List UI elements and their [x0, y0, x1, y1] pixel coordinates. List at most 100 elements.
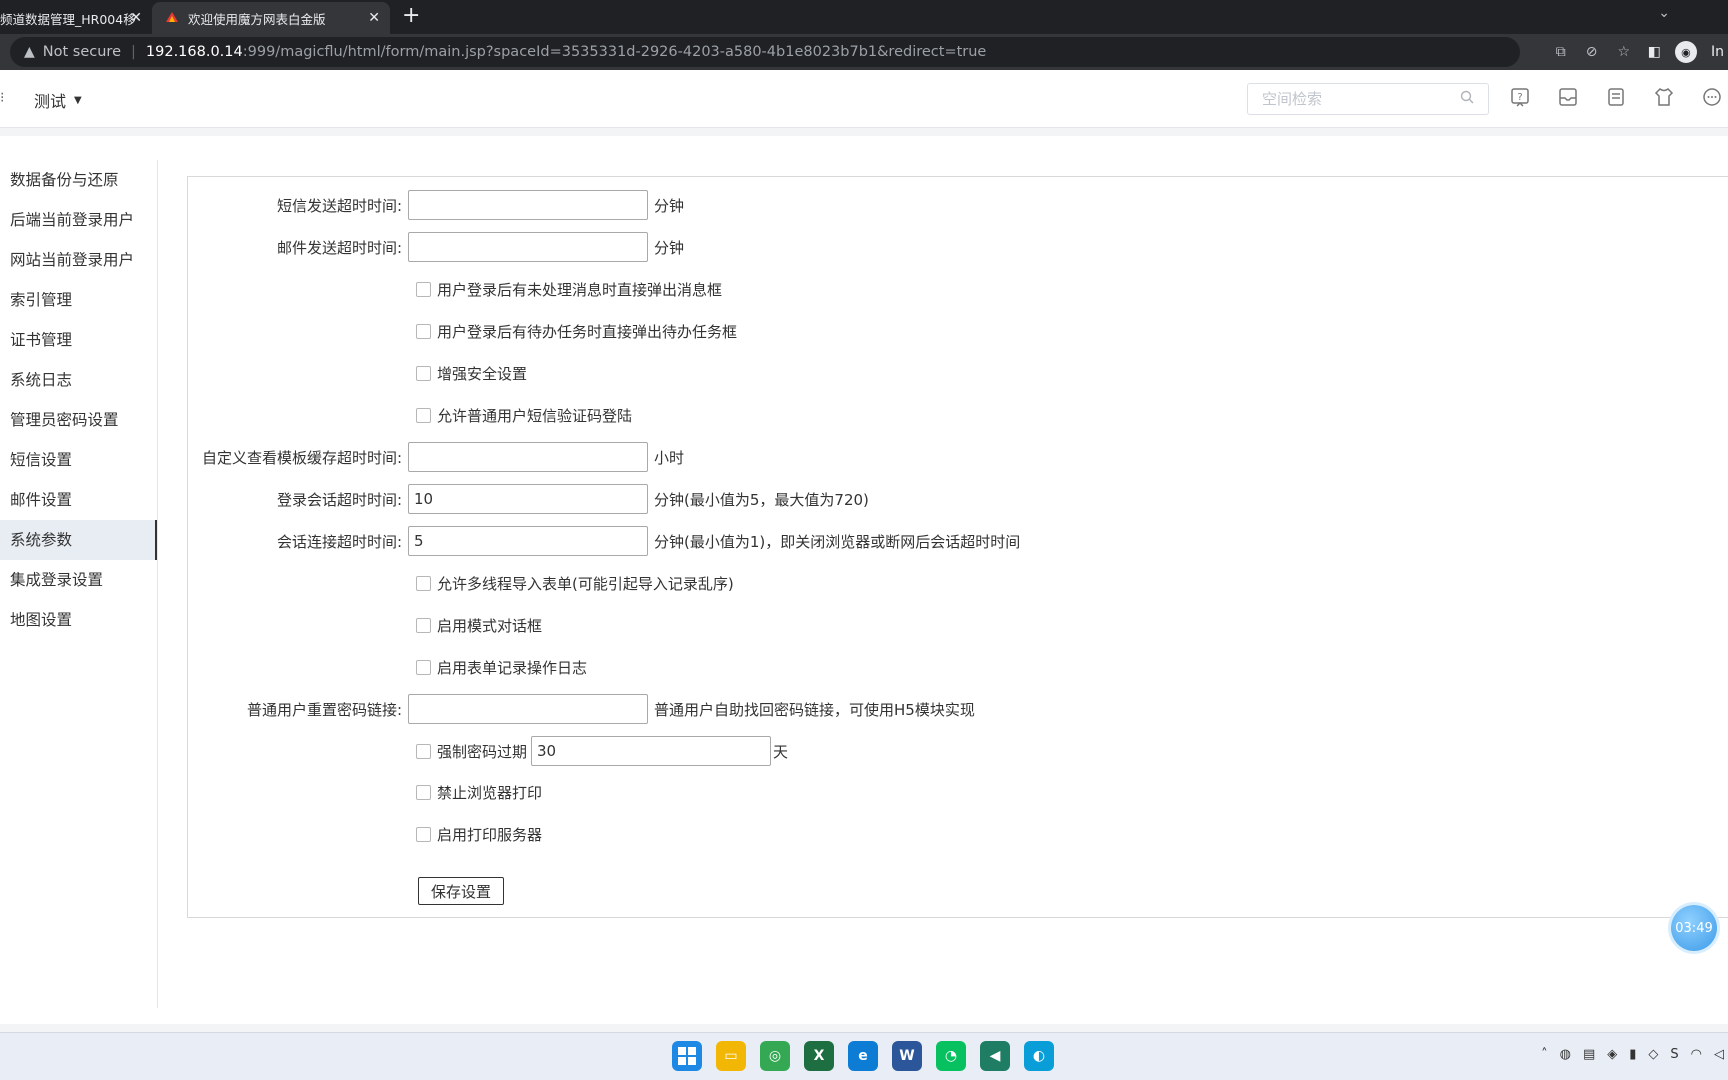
- sidebar-item-sms[interactable]: 短信设置: [0, 440, 157, 480]
- menu-grip-icon[interactable]: ⁝: [0, 90, 4, 106]
- microphone-icon[interactable]: ▮: [1629, 1047, 1636, 1062]
- wechat-icon[interactable]: ◔: [936, 1041, 966, 1071]
- field-label: 普通用户重置密码链接:: [246, 700, 402, 719]
- mail-timeout-input[interactable]: [408, 232, 648, 262]
- browser-tab-1[interactable]: 频道数据管理_HR004移 ✕: [0, 2, 152, 34]
- space-selector[interactable]: 测试 ▼: [34, 88, 82, 112]
- enhanced-security-checkbox[interactable]: 增强安全设置: [416, 361, 527, 385]
- sidebar-item-map[interactable]: 地图设置: [0, 600, 157, 640]
- template-cache-input[interactable]: [408, 442, 648, 472]
- checkbox-label: 启用模式对话框: [437, 616, 543, 635]
- sms-timeout-input[interactable]: [408, 190, 648, 220]
- session-timeout-input[interactable]: [408, 484, 648, 514]
- timer-badge[interactable]: 03:49: [1671, 905, 1717, 951]
- checkbox-label: 允许多线程导入表单(可能引起导入记录乱序): [437, 574, 734, 593]
- app-header: ⁝ 测试 ▼ ?: [0, 70, 1728, 128]
- network-tray-icon[interactable]: ◍: [1560, 1047, 1571, 1062]
- close-icon[interactable]: ✕: [130, 10, 142, 26]
- taskbar-apps: ▭ ◎ X e W ◔ ◀ ◐: [672, 1041, 1054, 1071]
- sidebar-item-admin-password[interactable]: 管理员密码设置: [0, 400, 157, 440]
- disable-print-checkbox[interactable]: 禁止浏览器打印: [416, 780, 542, 804]
- content-area: 数据备份与还原 后端当前登录用户 网站当前登录用户 索引管理 证书管理 系统日志…: [0, 128, 1728, 1024]
- checkbox[interactable]: [416, 743, 431, 759]
- security-label: Not secure: [42, 44, 121, 60]
- search-icon[interactable]: [1460, 90, 1474, 108]
- more-icon[interactable]: [1700, 84, 1724, 110]
- checkbox-label: 启用打印服务器: [437, 825, 543, 844]
- template-cache-row: 自定义查看模板缓存超时时间: 小时: [188, 441, 684, 473]
- multithread-import-checkbox[interactable]: 允许多线程导入表单(可能引起导入记录乱序): [416, 571, 734, 595]
- media-app-icon[interactable]: ◀: [980, 1041, 1010, 1071]
- address-bar[interactable]: ▲ Not secure | 192.168.0.14 :999/magicfl…: [10, 37, 1520, 67]
- excel-icon[interactable]: X: [804, 1041, 834, 1071]
- caret-down-icon: ▼: [74, 94, 82, 106]
- document-icon[interactable]: [1604, 84, 1628, 110]
- checkbox[interactable]: [416, 784, 431, 800]
- form-log-checkbox[interactable]: 启用表单记录操作日志: [416, 655, 587, 679]
- checkbox[interactable]: [416, 281, 431, 297]
- sogou-icon[interactable]: S: [1670, 1047, 1678, 1062]
- browser-tab-2[interactable]: 欢迎使用魔方网表白金版 ✕: [152, 2, 390, 34]
- profile-avatar[interactable]: ◉: [1674, 41, 1697, 63]
- chrome-icon[interactable]: ◎: [760, 1041, 790, 1071]
- new-tab-button[interactable]: +: [402, 3, 420, 28]
- checkbox[interactable]: [416, 826, 431, 842]
- sms-login-checkbox[interactable]: 允许普通用户短信验证码登陆: [416, 403, 632, 427]
- sidebar-item-index[interactable]: 索引管理: [0, 280, 157, 320]
- reset-password-input[interactable]: [408, 694, 648, 724]
- help-icon[interactable]: ?: [1508, 84, 1532, 110]
- sidebar-item-backup[interactable]: 数据备份与还原: [0, 160, 157, 200]
- sidebar-item-sso[interactable]: 集成登录设置: [0, 560, 157, 600]
- field-label: 登录会话超时时间:: [276, 490, 402, 509]
- popup-messages-checkbox[interactable]: 用户登录后有未处理消息时直接弹出消息框: [416, 277, 722, 301]
- translate-icon[interactable]: ⧉: [1556, 44, 1566, 60]
- unit-label: 分钟: [654, 196, 685, 215]
- field-label: 邮件发送超时时间:: [276, 238, 402, 257]
- checkbox[interactable]: [416, 365, 431, 381]
- checkbox[interactable]: [416, 407, 431, 423]
- save-button[interactable]: 保存设置: [418, 877, 505, 905]
- taskbar: ▭ ◎ X e W ◔ ◀ ◐ ˄ ◍ ▤ ◈ ▮ ◇ S ◠ ◁: [0, 1032, 1728, 1080]
- wifi-icon[interactable]: ◠: [1691, 1047, 1702, 1062]
- password-expiry-input[interactable]: [531, 736, 772, 766]
- file-explorer-icon[interactable]: ▭: [716, 1041, 746, 1071]
- star-icon[interactable]: ☆: [1617, 44, 1630, 60]
- profile-label[interactable]: In: [1711, 44, 1724, 60]
- connection-timeout-input[interactable]: [408, 526, 648, 556]
- shirt-icon[interactable]: [1652, 84, 1676, 110]
- tab-title: 欢迎使用魔方网表白金版: [188, 11, 326, 27]
- language-icon[interactable]: ◇: [1648, 1047, 1658, 1062]
- sidebar-item-certificates[interactable]: 证书管理: [0, 320, 157, 360]
- svg-text:?: ?: [1517, 92, 1522, 103]
- chevron-down-icon[interactable]: ⌄: [1658, 5, 1670, 21]
- search-input[interactable]: [1262, 90, 1452, 108]
- ime-tray-icon[interactable]: ▤: [1583, 1047, 1595, 1062]
- close-icon[interactable]: ✕: [368, 10, 380, 26]
- windows-start-icon[interactable]: [672, 1041, 702, 1071]
- sidebar-icon[interactable]: ◧: [1648, 44, 1661, 60]
- checkbox[interactable]: [416, 323, 431, 339]
- search-app-icon[interactable]: ◐: [1024, 1041, 1054, 1071]
- sidebar-item-mail[interactable]: 邮件设置: [0, 480, 157, 520]
- app-tray-icon[interactable]: ◈: [1607, 1047, 1617, 1062]
- checkbox-label: 用户登录后有待办任务时直接弹出待办任务框: [437, 322, 738, 341]
- sidebar-item-system-params[interactable]: 系统参数: [0, 520, 157, 560]
- modal-dialog-checkbox[interactable]: 启用模式对话框: [416, 613, 542, 637]
- checkbox[interactable]: [416, 659, 431, 675]
- edge-icon[interactable]: e: [848, 1041, 878, 1071]
- checkbox-label: 增强安全设置: [437, 364, 528, 383]
- eye-off-icon[interactable]: ⊘: [1586, 44, 1598, 60]
- sidebar-item-site-users[interactable]: 网站当前登录用户: [0, 240, 157, 280]
- sidebar-item-system-log[interactable]: 系统日志: [0, 360, 157, 400]
- unit-label: 小时: [654, 448, 685, 467]
- chevron-up-icon[interactable]: ˄: [1541, 1047, 1548, 1062]
- word-icon[interactable]: W: [892, 1041, 922, 1071]
- divider: |: [131, 44, 136, 60]
- print-server-checkbox[interactable]: 启用打印服务器: [416, 822, 542, 846]
- checkbox[interactable]: [416, 575, 431, 591]
- sidebar-item-backend-users[interactable]: 后端当前登录用户: [0, 200, 157, 240]
- volume-icon[interactable]: ◁: [1714, 1047, 1724, 1062]
- popup-tasks-checkbox[interactable]: 用户登录后有待办任务时直接弹出待办任务框: [416, 319, 737, 343]
- checkbox[interactable]: [416, 617, 431, 633]
- inbox-icon[interactable]: [1556, 84, 1580, 110]
